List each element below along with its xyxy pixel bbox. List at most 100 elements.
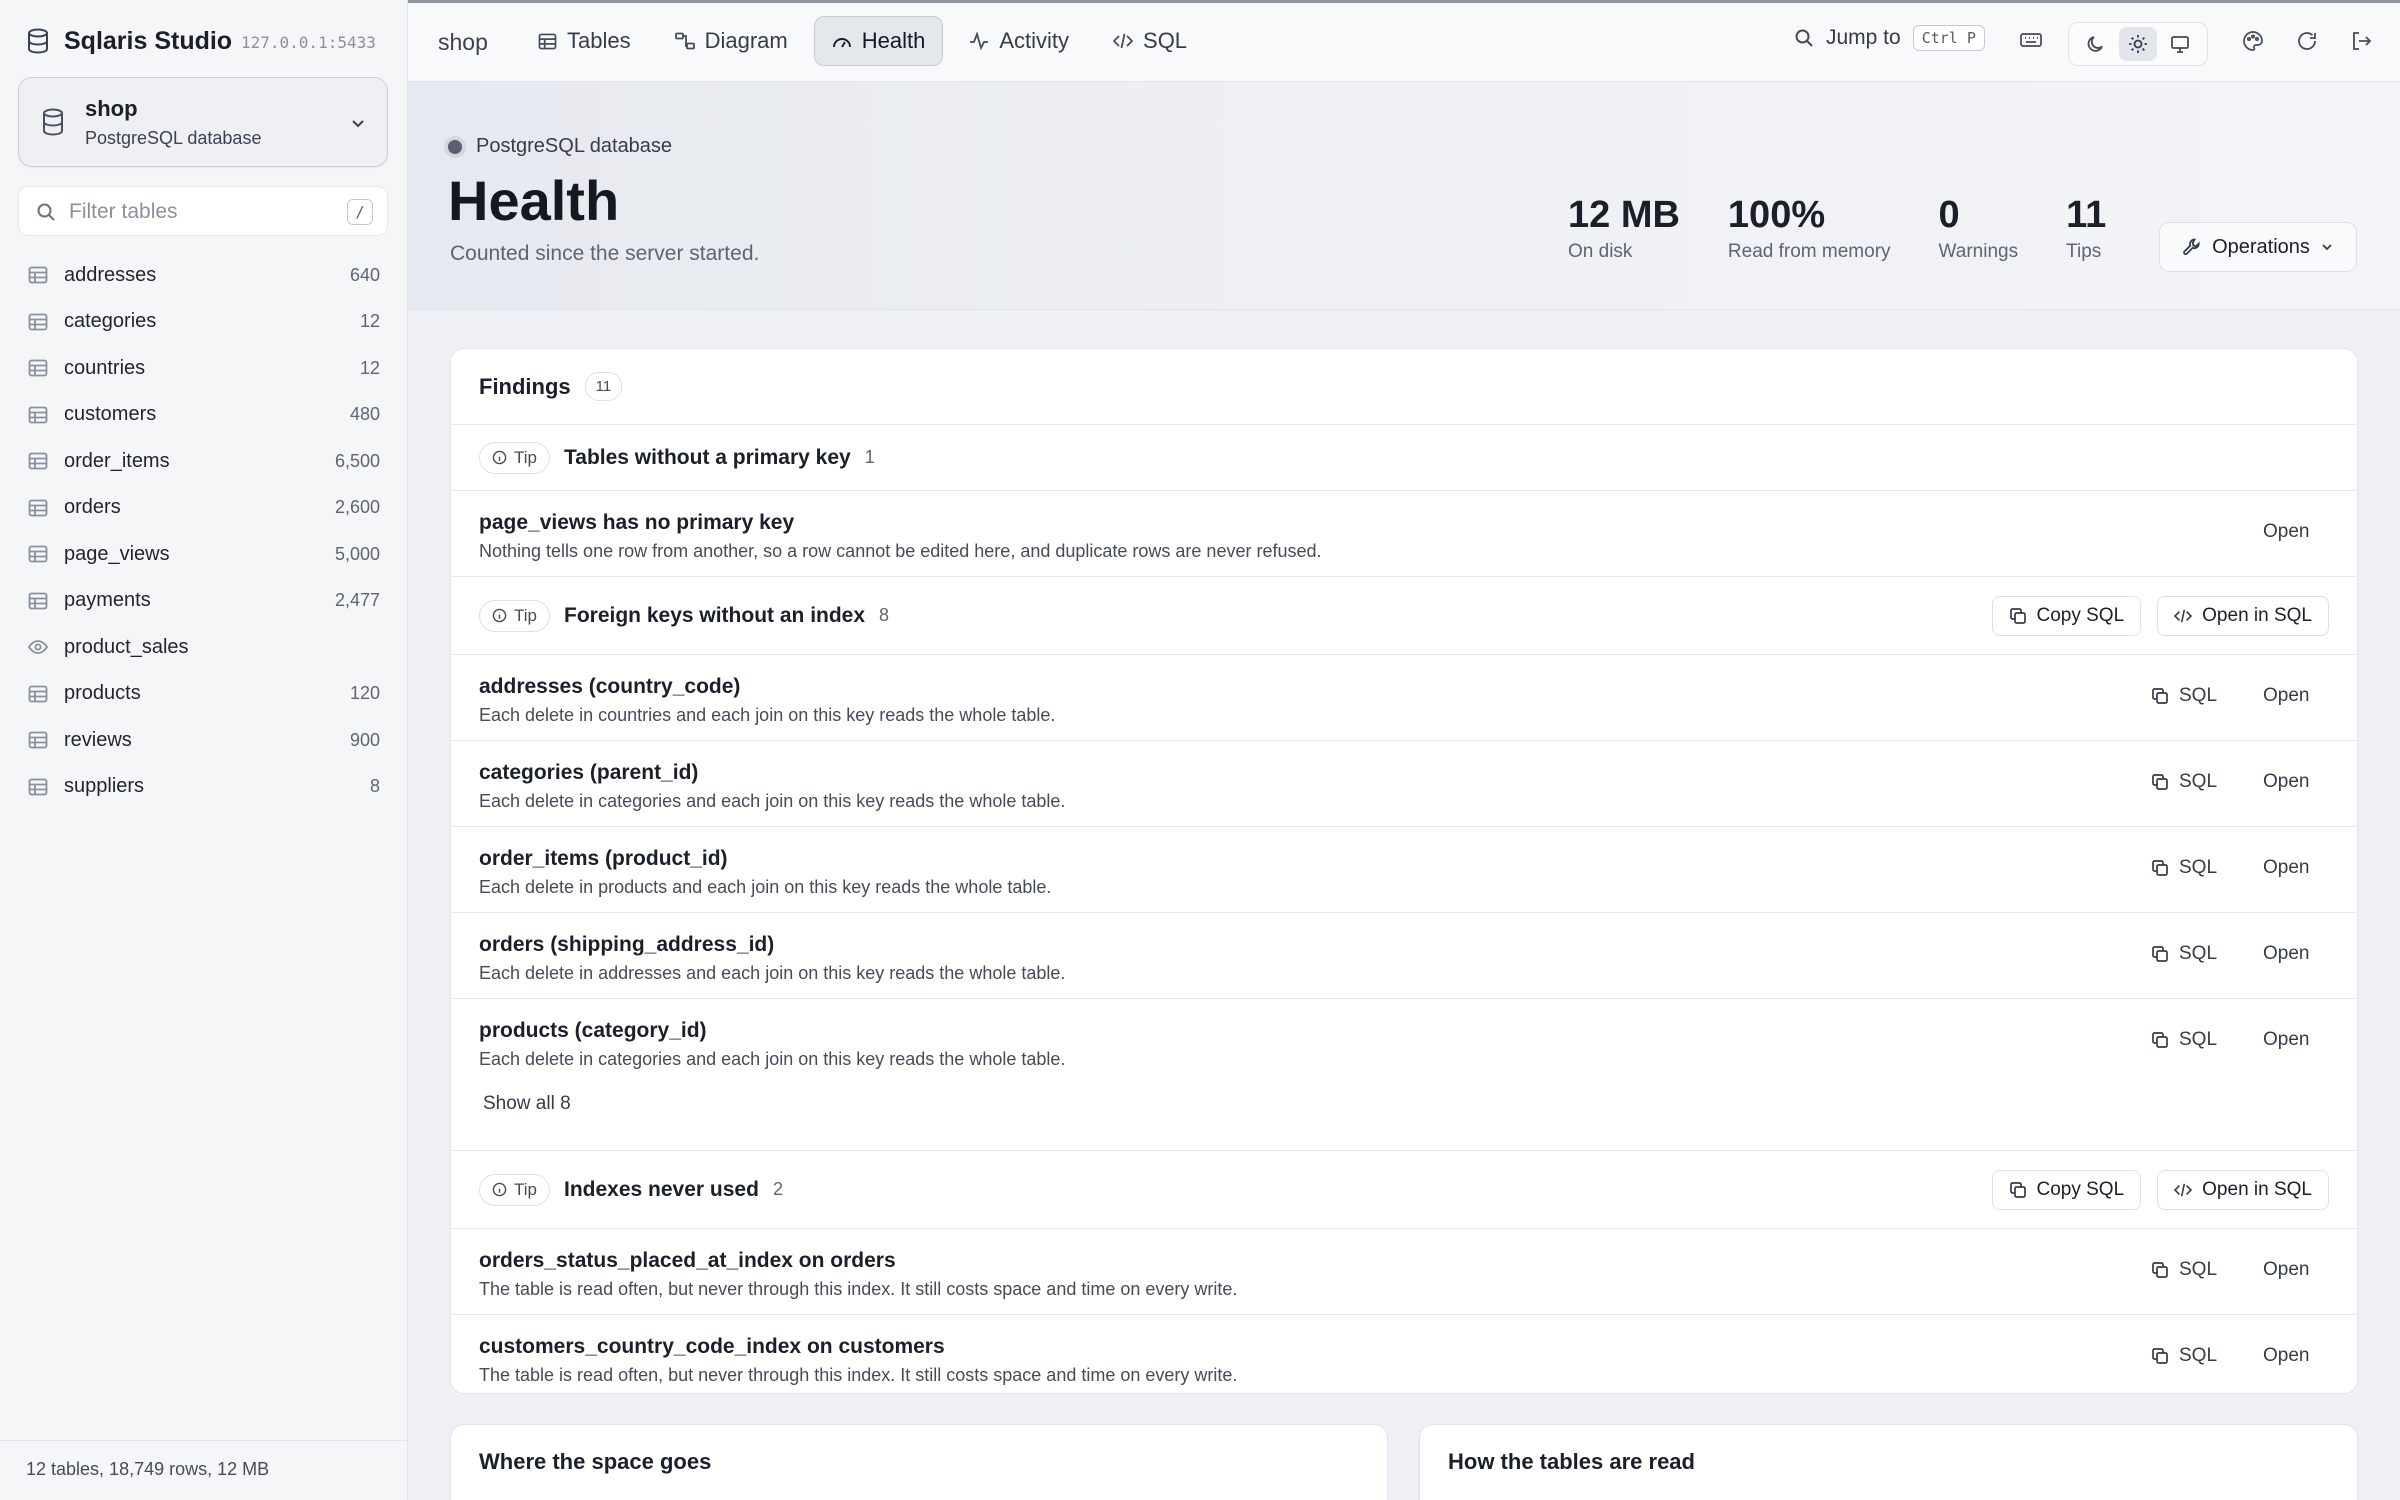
table-icon [538,33,557,50]
sign-out-icon[interactable] [2350,30,2372,52]
table-row-count: 6,500 [334,450,380,471]
stat-value: 100% [1727,194,1826,236]
copy-sql-button[interactable]: SQL [2151,1259,2217,1281]
space-card: Where the space goes [450,1424,1388,1500]
tab-sql[interactable]: SQL [1095,16,1205,66]
open-button[interactable]: Open [2263,1029,2309,1051]
copy-sql-button[interactable]: SQL [2151,1345,2217,1367]
space-card-title: Where the space goes [479,1449,712,1474]
table-list: addresses 640 categories 12 countries 12… [0,252,408,810]
stat-value: 11 [2066,194,2107,236]
finding-row: page_views has no primary key Nothing te… [451,491,2357,577]
sidebar-table-categories[interactable]: categories 12 [0,299,408,346]
open-in-sql-label: Open in SQL [2202,1179,2312,1200]
filter-shortcut: / [347,199,373,225]
sidebar-table-order-items[interactable]: order_items 6,500 [0,438,408,485]
copy-sql-button[interactable]: SQL [2151,943,2217,965]
sidebar-table-page-views[interactable]: page_views 5,000 [0,531,408,578]
table-icon [28,359,50,377]
sidebar-table-products[interactable]: products 120 [0,671,408,718]
reads-card: How the tables are read [1419,1424,2358,1500]
sidebar-table-payments[interactable]: payments 2,477 [0,578,408,625]
finding-title: products (category_id) [479,1019,707,1042]
finding-row: order_items (product_id) Each delete in … [451,827,2357,913]
sidebar-table-reviews[interactable]: reviews 900 [0,717,408,764]
group-count: 1 [864,447,875,467]
filter-tables-input[interactable] [69,197,319,227]
refresh-icon[interactable] [2296,30,2318,52]
sql-label: SQL [2179,943,2218,964]
group-count: 8 [879,605,890,625]
sidebar-view-product-sales[interactable]: product_sales [0,624,408,671]
sidebar-table-countries[interactable]: countries 12 [0,345,408,392]
open-button[interactable]: Open [2263,521,2309,543]
finding-row: categories (parent_id) Each delete in ca… [451,741,2357,827]
open-button[interactable]: Open [2263,857,2309,879]
stat-label: Read from memory [1727,241,1891,262]
tab-label: Diagram [704,28,788,53]
stat-label: On disk [1568,241,1633,262]
stat-label: Warnings [1938,241,2019,262]
stat-tips: 11 Tips [2066,194,2106,263]
open-in-sql-button[interactable]: Open in SQL [2157,1170,2329,1210]
jump-to-button[interactable]: Jump to Ctrl P [1794,25,1985,51]
show-all-button[interactable]: Show all 8 [483,1093,571,1115]
table-icon [28,685,50,703]
search-icon [36,202,56,222]
keyboard-icon[interactable] [2020,31,2042,49]
table-row-count: 8 [369,776,380,797]
sidebar-table-addresses[interactable]: addresses 640 [0,252,408,299]
table-icon [28,731,50,749]
open-button[interactable]: Open [2263,1259,2309,1281]
copy-sql-button[interactable]: SQL [2151,771,2217,793]
dark-theme-button[interactable] [2077,27,2115,61]
page-title: Health [448,169,620,232]
table-name: reviews [64,728,132,751]
operations-button[interactable]: Operations [2159,222,2357,272]
palette-icon[interactable] [2242,30,2264,52]
system-theme-button[interactable] [2161,27,2199,61]
table-row-count: 12 [359,357,380,378]
activity-icon [969,32,989,50]
database-icon [26,28,50,54]
stat-value: 0 [1938,194,1960,236]
brand: Sqlaris Studio [26,24,232,58]
finding-description: Each delete in categories and each join … [479,791,1066,811]
open-button[interactable]: Open [2263,685,2309,707]
stat-read-from-memory: 100% Read from memory [1728,194,1891,263]
sidebar-table-orders[interactable]: orders 2,600 [0,485,408,532]
table-icon [28,266,50,284]
copy-sql-button[interactable]: SQL [2151,685,2217,707]
tip-label: Tip [514,1179,537,1199]
tab-diagram[interactable]: Diagram [657,16,806,66]
open-button[interactable]: Open [2263,771,2309,793]
copy-sql-button[interactable]: SQL [2151,857,2217,879]
tab-activity[interactable]: Activity [951,16,1087,66]
gauge-icon [832,33,852,49]
group-no-primary-key: Tip Tables without a primary key 1 [451,425,2357,491]
copy-icon [2009,607,2027,625]
moon-icon [2086,34,2106,54]
sidebar-summary: 12 tables, 18,749 rows, 12 MB [0,1440,408,1500]
group-title: Foreign keys without an index [564,603,866,627]
database-switcher[interactable]: shop PostgreSQL database [18,77,388,167]
tab-tables[interactable]: Tables [520,16,649,66]
copy-sql-button[interactable]: Copy SQL [1991,1170,2142,1210]
light-theme-button[interactable] [2119,27,2157,61]
sql-label: SQL [2179,857,2218,878]
finding-description: Each delete in countries and each join o… [479,705,1056,725]
open-in-sql-button[interactable]: Open in SQL [2157,596,2329,636]
status-dot [448,139,462,154]
open-button[interactable]: Open [2263,943,2309,965]
copy-sql-button[interactable]: SQL [2151,1029,2217,1051]
tab-health[interactable]: Health [813,16,944,66]
findings-header: Findings 11 [451,349,2357,425]
sidebar-table-customers[interactable]: customers 480 [0,392,408,439]
sidebar-table-suppliers[interactable]: suppliers 8 [0,764,408,811]
table-name: categories [64,310,157,333]
info-icon [492,608,507,623]
breadcrumb[interactable]: shop [438,29,488,56]
open-button[interactable]: Open [2263,1345,2309,1367]
copy-sql-button[interactable]: Copy SQL [1991,596,2142,636]
finding-title: orders_status_placed_at_index on orders [479,1249,896,1272]
